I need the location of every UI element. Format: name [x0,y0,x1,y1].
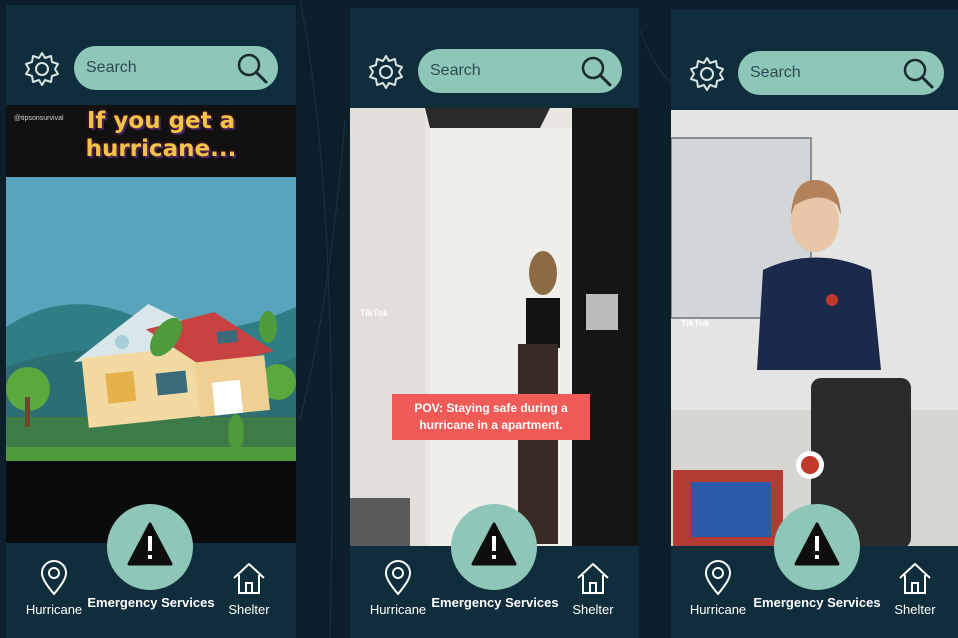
cartoon-house-illustration [6,177,296,461]
nav-hurricane-label: Hurricane [369,602,427,617]
video-caption: POV: Staying safe during a hurricane in … [392,394,590,440]
nav-shelter[interactable]: Shelter [563,560,623,617]
gear-icon[interactable] [24,51,60,87]
nav-shelter-label: Shelter [228,602,270,617]
nav-hurricane-label: Hurricane [689,602,747,617]
nav-hurricane[interactable]: Hurricane [363,560,433,617]
video-player[interactable]: @tipsonsurvival If you get a hurricane..… [6,105,296,543]
map-pin-icon [384,560,412,596]
top-bar: Search [671,10,958,110]
search-placeholder: Search [750,64,801,81]
bottom-nav: Hurricane Emergency Services Shelter [6,504,296,638]
emergency-button[interactable] [774,504,860,590]
nav-hurricane-label: Hurricane [25,602,83,617]
phone-screen-hurricane-video: Search @tipsonsurvival If you get a hurr… [6,5,296,638]
search-placeholder: Search [430,62,481,79]
home-icon [899,563,931,594]
apartment-scene [350,108,639,546]
phone-screen-emergency-kit-video: Search TikTok Hurricane Emergency Servic… [671,10,958,638]
tiktok-watermark: TikTok [681,318,710,328]
warning-icon [127,522,173,566]
emergency-button[interactable] [107,504,193,590]
video-player[interactable]: TikTok [671,110,958,548]
map-pin-icon [40,560,68,596]
presenter-scene [671,110,958,548]
bottom-nav: Hurricane Emergency Services Shelter [350,504,639,638]
video-handle: @tipsonsurvival [14,115,64,122]
search-icon[interactable] [580,55,612,87]
warning-icon [794,522,840,566]
top-bar: Search [350,8,639,108]
nav-hurricane[interactable]: Hurricane [19,560,89,617]
search-input[interactable]: Search [74,46,278,90]
home-icon [233,563,265,594]
nav-emergency-label: Emergency Services [87,595,215,610]
nav-emergency-label: Emergency Services [753,595,881,610]
top-bar: Search [6,5,296,105]
video-caption: If you get a hurricane... [85,108,237,162]
tiktok-watermark: TikTok [360,308,389,318]
home-icon [577,563,609,594]
nav-shelter[interactable]: Shelter [885,560,945,617]
bottom-nav: Hurricane Emergency Services Shelter [671,504,958,638]
emergency-button[interactable] [451,504,537,590]
gear-icon[interactable] [689,56,725,92]
nav-emergency-label: Emergency Services [431,595,559,610]
nav-shelter-label: Shelter [894,602,936,617]
warning-icon [471,522,517,566]
search-input[interactable]: Search [738,51,944,95]
phone-screen-apartment-video: Search TikTok POV: Staying safe during a… [350,8,639,638]
search-input[interactable]: Search [418,49,622,93]
map-pin-icon [704,560,732,596]
search-icon[interactable] [902,57,934,89]
nav-hurricane[interactable]: Hurricane [683,560,753,617]
nav-shelter-label: Shelter [572,602,614,617]
nav-shelter[interactable]: Shelter [219,560,279,617]
search-icon[interactable] [236,52,268,84]
search-placeholder: Search [86,59,137,76]
video-player[interactable]: TikTok POV: Staying safe during a hurric… [350,108,639,546]
gear-icon[interactable] [368,54,404,90]
